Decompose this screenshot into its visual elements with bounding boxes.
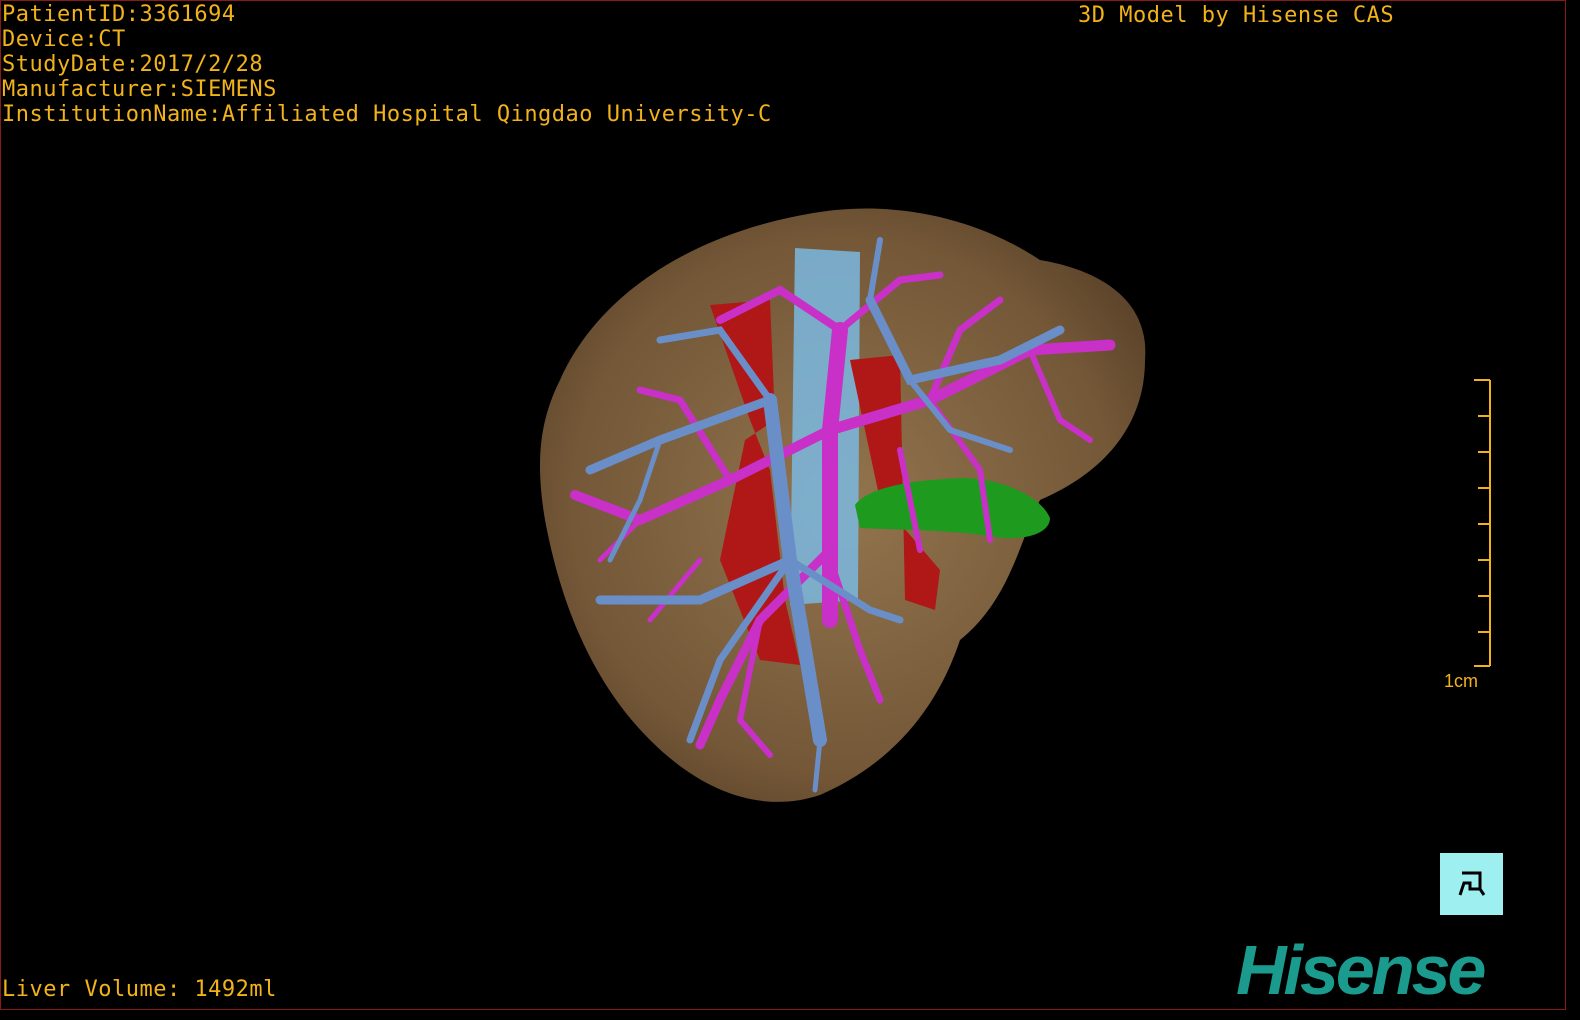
orientation-cube-button[interactable] <box>1440 853 1503 915</box>
patient-id: PatientID:3361694 <box>2 2 236 27</box>
orientation-cube-icon <box>1458 871 1485 896</box>
liver-volume: Liver Volume: 1492ml <box>2 977 277 1002</box>
scale-bar-label: 1cm <box>1444 671 1479 691</box>
device: Device:CT <box>2 27 126 52</box>
manufacturer: Manufacturer:SIEMENS <box>2 77 277 102</box>
hisense-logo: Hisense <box>1236 931 1486 1009</box>
liver-3d-model[interactable] <box>0 0 1566 1010</box>
institution-name: InstitutionName:Affiliated Hospital Qing… <box>2 102 772 127</box>
scale-bar <box>1474 379 1491 667</box>
model-credit: 3D Model by Hisense CAS <box>1078 3 1395 28</box>
study-date: StudyDate:2017/2/28 <box>2 52 264 77</box>
patient-info-overlay: PatientID:3361694 Device:CT StudyDate:20… <box>2 2 772 127</box>
